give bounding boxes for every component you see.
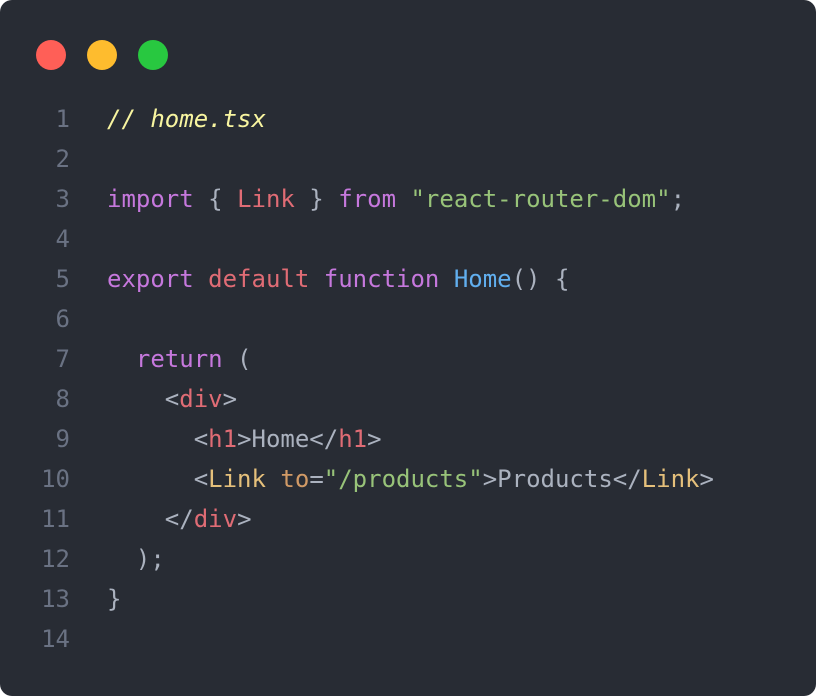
code-token: < — [107, 465, 209, 493]
code-token: >Products</ — [482, 465, 642, 493]
line-number: 1 — [55, 105, 70, 133]
code-text: // home.tsx — [107, 99, 266, 139]
code-token: div — [179, 385, 223, 413]
code-token: > — [367, 425, 382, 453]
close-button[interactable] — [36, 40, 66, 70]
code-token: function — [323, 265, 440, 293]
code-line: 9 <h1>Home</h1> — [0, 419, 816, 459]
line-number: 14 — [41, 625, 70, 653]
line-number: 11 — [41, 505, 70, 533]
line-number: 6 — [55, 305, 70, 333]
code-token: } — [107, 585, 122, 613]
code-text: <div> — [107, 379, 237, 419]
code-token: to — [280, 465, 310, 493]
code-text: ); — [107, 539, 165, 579]
code-token: import — [107, 185, 194, 213]
code-token: </ — [107, 505, 194, 533]
code-line: 1 // home.tsx — [0, 99, 816, 139]
line-number: 2 — [55, 145, 70, 173]
code-token: h1 — [338, 425, 368, 453]
code-token: } — [294, 185, 339, 213]
code-token: ; — [670, 185, 686, 213]
code-token: > — [699, 465, 714, 493]
code-line: 10 <Link to="/products">Products</Link> — [0, 459, 816, 499]
code-token: >Home</ — [237, 425, 339, 453]
code-token: "/products" — [323, 465, 483, 493]
code-token: < — [107, 425, 209, 453]
code-line: 7 return ( — [0, 339, 816, 379]
code-editor: 1 // home.tsx 2 3 import { Link } from "reac… — [0, 99, 816, 659]
line-number: 9 — [55, 425, 70, 453]
code-token: Link — [641, 465, 700, 493]
line-number: 4 — [55, 225, 70, 253]
minimize-button[interactable] — [87, 40, 117, 70]
code-line: 4 — [0, 219, 816, 259]
code-text: <h1>Home</h1> — [107, 419, 382, 459]
code-line: 8 <div> — [0, 379, 816, 419]
code-token: < — [107, 385, 180, 413]
line-number: 5 — [55, 265, 70, 293]
line-number: 8 — [55, 385, 70, 413]
code-token: { — [193, 185, 238, 213]
code-token: return — [135, 345, 223, 373]
code-line: 3 import { Link } from "react-router-dom"… — [0, 179, 816, 219]
code-line: 13} — [0, 579, 816, 619]
code-text: return ( — [107, 339, 252, 379]
code-line: 11 </div> — [0, 499, 816, 539]
code-line: 14 — [0, 619, 816, 659]
code-token: ( — [222, 345, 252, 373]
code-token: Home — [453, 265, 512, 293]
code-text: </div> — [107, 499, 252, 539]
code-token: Link — [237, 185, 295, 213]
code-line: 2 — [0, 139, 816, 179]
line-number: 12 — [41, 545, 70, 573]
code-text: import { Link } from "react-router-dom"; — [107, 179, 685, 219]
code-token: default — [208, 265, 310, 293]
line-number: 13 — [41, 585, 70, 613]
code-token: // home.tsx — [107, 105, 266, 133]
code-text: export default function Home() { — [107, 259, 569, 299]
code-token: > — [222, 385, 238, 413]
window-controls — [36, 40, 168, 70]
code-token: ); — [107, 545, 165, 573]
code-token: from — [338, 185, 397, 213]
code-line: 6 — [0, 299, 816, 339]
code-window: 1 // home.tsx 2 3 import { Link } from "reac… — [0, 0, 816, 696]
code-token: "react-router-dom" — [410, 185, 671, 213]
code-token: > — [237, 505, 252, 533]
code-token: = — [309, 465, 324, 493]
code-line: 12 ); — [0, 539, 816, 579]
code-token: h1 — [208, 425, 238, 453]
code-line: 5 export default function Home() { — [0, 259, 816, 299]
maximize-button[interactable] — [138, 40, 168, 70]
code-text: } — [107, 579, 121, 619]
code-token: export — [107, 265, 194, 293]
code-token: Link — [208, 465, 266, 493]
code-token: () { — [511, 265, 570, 293]
code-token: div — [193, 505, 238, 533]
code-text: <Link to="/products">Products</Link> — [107, 459, 714, 499]
line-number: 10 — [41, 465, 70, 493]
line-number: 7 — [55, 345, 70, 373]
line-number: 3 — [55, 185, 70, 213]
